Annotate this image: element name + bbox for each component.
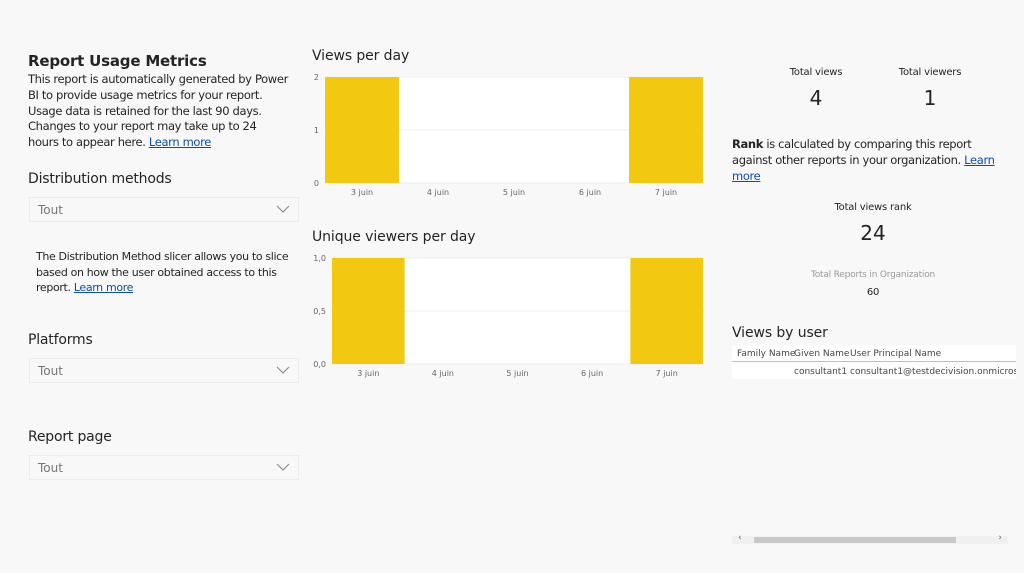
y-tick-label: 1 bbox=[314, 126, 319, 135]
rank-description: Rank is calculated by comparing this rep… bbox=[732, 137, 1002, 184]
report-page-dropdown[interactable]: Tout bbox=[29, 455, 299, 480]
views-by-user-table: Family Name Given Name User Principal Na… bbox=[732, 345, 1016, 379]
total-views-value: 4 bbox=[809, 86, 823, 110]
distribution-methods-label: Distribution methods bbox=[28, 171, 172, 187]
scroll-left-icon[interactable]: ‹ bbox=[738, 533, 742, 543]
column-header-family-name[interactable]: Family Name bbox=[737, 349, 795, 359]
platforms-label: Platforms bbox=[28, 332, 93, 348]
total-views-label: Total views bbox=[789, 67, 843, 78]
x-tick-label: 3 juin bbox=[357, 369, 379, 378]
bar-3-juin[interactable] bbox=[332, 258, 405, 364]
x-tick-label: 6 juin bbox=[579, 188, 601, 197]
x-tick-label: 4 juin bbox=[427, 188, 449, 197]
x-tick-label: 4 juin bbox=[432, 369, 454, 378]
y-tick-label: 0,0 bbox=[313, 360, 326, 369]
learn-more-link[interactable]: Learn more bbox=[149, 135, 211, 149]
distribution-methods-value: Tout bbox=[38, 203, 63, 217]
x-tick-label: 5 juin bbox=[503, 188, 525, 197]
platforms-value: Tout bbox=[38, 364, 63, 378]
bar-7-juin[interactable] bbox=[630, 258, 703, 364]
bar-7-juin[interactable] bbox=[629, 77, 703, 183]
y-tick-label: 1,0 bbox=[313, 254, 326, 263]
distribution-methods-dropdown[interactable]: Tout bbox=[29, 197, 299, 222]
x-tick-label: 6 juin bbox=[581, 369, 603, 378]
column-header-upn[interactable]: User Principal Name bbox=[850, 349, 941, 359]
views-per-day-title: Views per day bbox=[312, 48, 410, 64]
table-horizontal-scrollbar[interactable]: ‹ › bbox=[732, 533, 1008, 544]
distribution-note: The Distribution Method slicer allows yo… bbox=[36, 249, 298, 296]
chevron-down-icon bbox=[276, 366, 290, 374]
views-by-user-title: Views by user bbox=[732, 325, 828, 341]
table-header: Family Name Given Name User Principal Na… bbox=[732, 345, 1016, 362]
report-title: Report Usage Metrics bbox=[28, 52, 207, 70]
report-page-value: Tout bbox=[38, 461, 63, 475]
x-tick-label: 7 juin bbox=[655, 188, 677, 197]
total-reports-value: 60 bbox=[866, 287, 880, 298]
y-tick-label: 0 bbox=[314, 179, 319, 188]
distribution-learn-more-link[interactable]: Learn more bbox=[74, 281, 134, 294]
views-per-day-chart: 0 1 2 3 juin 4 juin 5 juin 6 juin 7 juin bbox=[314, 73, 704, 197]
chevron-down-icon bbox=[276, 205, 290, 213]
unique-viewers-per-day-title: Unique viewers per day bbox=[312, 229, 476, 245]
table-row[interactable]: consultant1 consultant1@testdecivision.o… bbox=[732, 363, 1016, 379]
scrollbar-thumb[interactable] bbox=[754, 537, 956, 543]
report-page-label: Report page bbox=[28, 429, 112, 445]
total-views-rank-value: 24 bbox=[860, 221, 886, 245]
chevron-down-icon bbox=[276, 463, 290, 471]
y-tick-label: 2 bbox=[314, 73, 319, 82]
unique-viewers-per-day-chart: 0,0 0,5 1,0 3 juin 4 juin 5 juin 6 juin 7 juin bbox=[313, 254, 704, 378]
report-description: This report is automatically generated b… bbox=[28, 72, 290, 151]
x-tick-label: 5 juin bbox=[506, 369, 528, 378]
cell-given-name: consultant1 bbox=[794, 367, 848, 377]
rank-text: is calculated by comparing this report a… bbox=[732, 137, 972, 167]
total-viewers-label: Total viewers bbox=[898, 67, 962, 78]
x-tick-label: 3 juin bbox=[351, 188, 373, 197]
platforms-dropdown[interactable]: Tout bbox=[29, 358, 299, 383]
x-tick-label: 7 juin bbox=[656, 369, 678, 378]
total-viewers-value: 1 bbox=[923, 86, 937, 110]
scroll-right-icon[interactable]: › bbox=[998, 533, 1002, 543]
y-tick-label: 0,5 bbox=[313, 307, 326, 316]
bar-3-juin[interactable] bbox=[325, 77, 399, 183]
column-header-given-name[interactable]: Given Name bbox=[794, 349, 849, 359]
total-views-rank-label: Total views rank bbox=[834, 202, 912, 213]
cell-upn: consultant1@testdecivision.onmicrosoft.c… bbox=[850, 367, 1016, 377]
total-reports-label: Total Reports in Organization bbox=[810, 270, 936, 280]
rank-bold: Rank bbox=[732, 137, 764, 151]
